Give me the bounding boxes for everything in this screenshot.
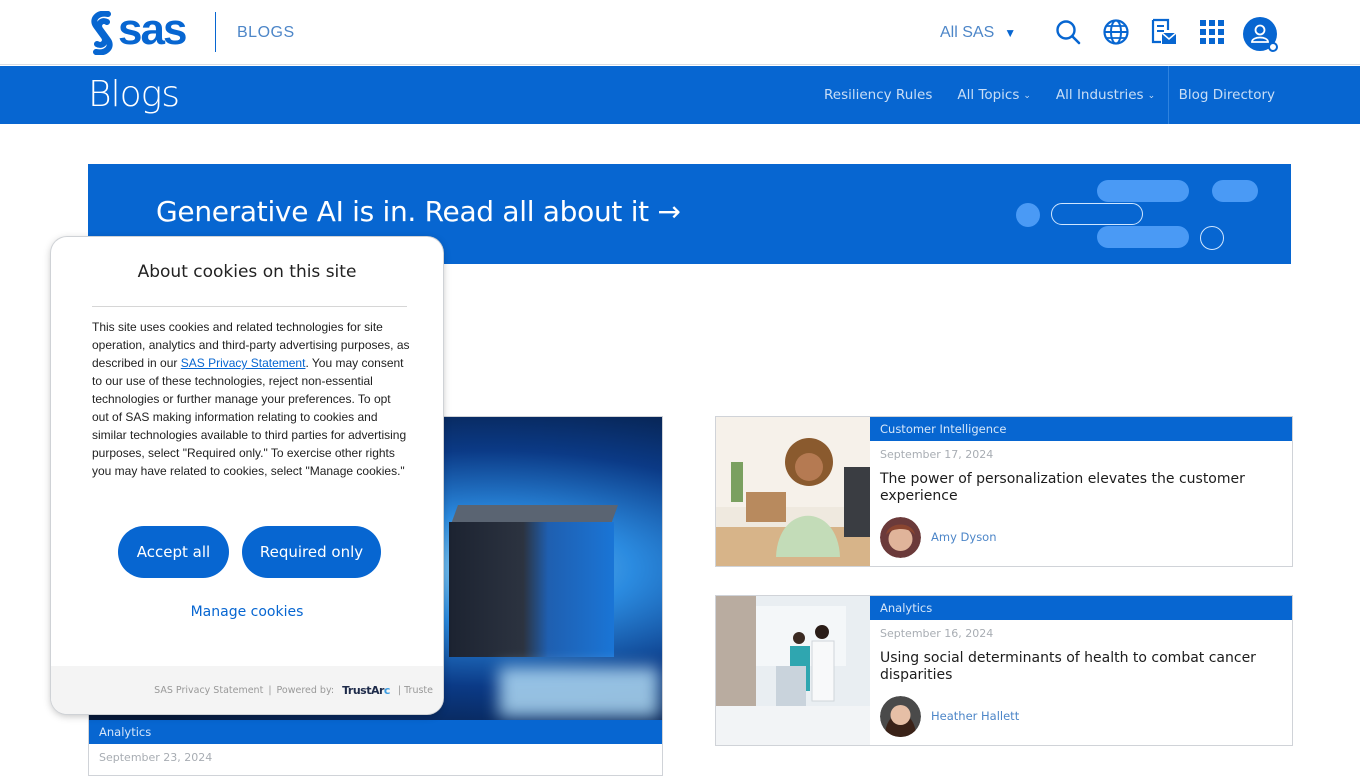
nav-link-resiliency-rules[interactable]: Resiliency Rules bbox=[812, 66, 945, 124]
decor-pill bbox=[1097, 226, 1189, 248]
truste-link[interactable]: | Truste bbox=[398, 685, 433, 696]
decor-pill bbox=[1097, 180, 1189, 202]
decor-dot bbox=[1016, 203, 1040, 227]
post-title[interactable]: Using social determinants of health to c… bbox=[880, 650, 1272, 684]
status-dot bbox=[1268, 42, 1278, 52]
category-tag[interactable]: Analytics bbox=[870, 596, 1292, 620]
nav-link-label: Resiliency Rules bbox=[824, 87, 932, 103]
promo-decoration bbox=[1014, 178, 1264, 250]
footer-separator: | bbox=[268, 685, 271, 696]
nav-link-label: All Topics bbox=[957, 87, 1019, 103]
trustarc-logo[interactable]: TrustArc bbox=[342, 684, 390, 697]
site-header: sas BLOGS All SAS ▼ bbox=[0, 0, 1360, 65]
powered-by-label: Powered by: bbox=[277, 685, 335, 696]
post-title[interactable]: The power of personalization elevates th… bbox=[880, 471, 1272, 505]
decor-outline-circle bbox=[1200, 226, 1224, 250]
globe-icon[interactable] bbox=[1102, 18, 1130, 46]
user-account-button[interactable] bbox=[1243, 17, 1277, 51]
post-date: September 17, 2024 bbox=[880, 448, 993, 461]
nav-link-label: All Industries bbox=[1056, 87, 1144, 103]
post-body: Customer Intelligence September 17, 2024… bbox=[870, 417, 1292, 566]
post-thumbnail bbox=[716, 596, 870, 745]
required-only-button[interactable]: Required only bbox=[242, 526, 381, 578]
author-avatar[interactable] bbox=[880, 517, 921, 558]
sas-logo-swirl-icon bbox=[88, 11, 116, 55]
accept-all-button[interactable]: Accept all bbox=[118, 526, 229, 578]
privacy-statement-link[interactable]: SAS Privacy Statement bbox=[181, 356, 306, 370]
light-glow bbox=[499, 667, 659, 717]
nav-link-blog-directory[interactable]: Blog Directory bbox=[1169, 66, 1360, 124]
logo-divider bbox=[215, 12, 216, 52]
sas-logo[interactable]: sas bbox=[88, 10, 185, 55]
trustarc-logo-accent: c bbox=[384, 684, 390, 697]
section-label[interactable]: BLOGS bbox=[237, 24, 295, 42]
footer-privacy-link[interactable]: SAS Privacy Statement bbox=[154, 685, 263, 696]
newsletter-icon[interactable] bbox=[1150, 18, 1178, 46]
blog-navbar: Blogs Resiliency Rules All Topics ⌄ All … bbox=[0, 66, 1360, 124]
post-card[interactable]: Analytics September 16, 2024 Using socia… bbox=[715, 595, 1293, 746]
caret-down-icon: ▼ bbox=[1004, 26, 1016, 40]
decor-pill bbox=[1212, 180, 1258, 202]
site-selector-dropdown[interactable]: All SAS ▼ bbox=[940, 24, 1016, 42]
manage-cookies-link[interactable]: Manage cookies bbox=[51, 604, 443, 620]
post-date: September 16, 2024 bbox=[880, 627, 993, 640]
chevron-down-icon: ⌄ bbox=[1148, 91, 1156, 101]
author-name[interactable]: Amy Dyson bbox=[931, 530, 997, 544]
apps-grid-icon[interactable] bbox=[1198, 18, 1226, 46]
author-name[interactable]: Heather Hallett bbox=[931, 709, 1019, 723]
cookie-consent-dialog: About cookies on this site This site use… bbox=[51, 237, 443, 714]
nav-link-label: Blog Directory bbox=[1179, 87, 1275, 103]
page-title[interactable]: Blogs bbox=[88, 74, 179, 115]
cookie-text-part: . You may consent to our use of these te… bbox=[92, 356, 406, 478]
arrow-right-icon: → bbox=[657, 195, 680, 228]
category-tag[interactable]: Customer Intelligence bbox=[870, 417, 1292, 441]
logo-text: sas bbox=[118, 8, 185, 52]
cookie-dialog-footer: SAS Privacy Statement | Powered by: Trus… bbox=[51, 666, 443, 714]
category-tag[interactable]: Analytics bbox=[89, 720, 662, 744]
chevron-down-icon: ⌄ bbox=[1023, 91, 1031, 101]
nav-links: Resiliency Rules All Topics ⌄ All Indust… bbox=[812, 66, 1360, 124]
search-icon[interactable] bbox=[1054, 18, 1082, 46]
cookie-description: This site uses cookies and related techn… bbox=[92, 318, 410, 480]
promo-headline: Generative AI is in. Read all about it bbox=[156, 195, 649, 228]
promo-text: Generative AI is in. Read all about it → bbox=[156, 195, 681, 228]
cube-shape bbox=[449, 522, 614, 657]
post-thumbnail bbox=[716, 417, 870, 566]
divider bbox=[92, 306, 407, 307]
nav-link-all-topics[interactable]: All Topics ⌄ bbox=[945, 66, 1044, 124]
site-selector-label: All SAS bbox=[940, 24, 994, 42]
author-avatar[interactable] bbox=[880, 696, 921, 737]
trustarc-logo-main: TrustAr bbox=[342, 684, 384, 697]
decor-outline-pill bbox=[1051, 203, 1143, 225]
post-card[interactable]: Customer Intelligence September 17, 2024… bbox=[715, 416, 1293, 567]
post-date: September 23, 2024 bbox=[99, 751, 212, 764]
cookie-dialog-title: About cookies on this site bbox=[51, 262, 443, 282]
post-body: Analytics September 16, 2024 Using socia… bbox=[870, 596, 1292, 745]
nav-link-all-industries[interactable]: All Industries ⌄ bbox=[1043, 66, 1167, 124]
